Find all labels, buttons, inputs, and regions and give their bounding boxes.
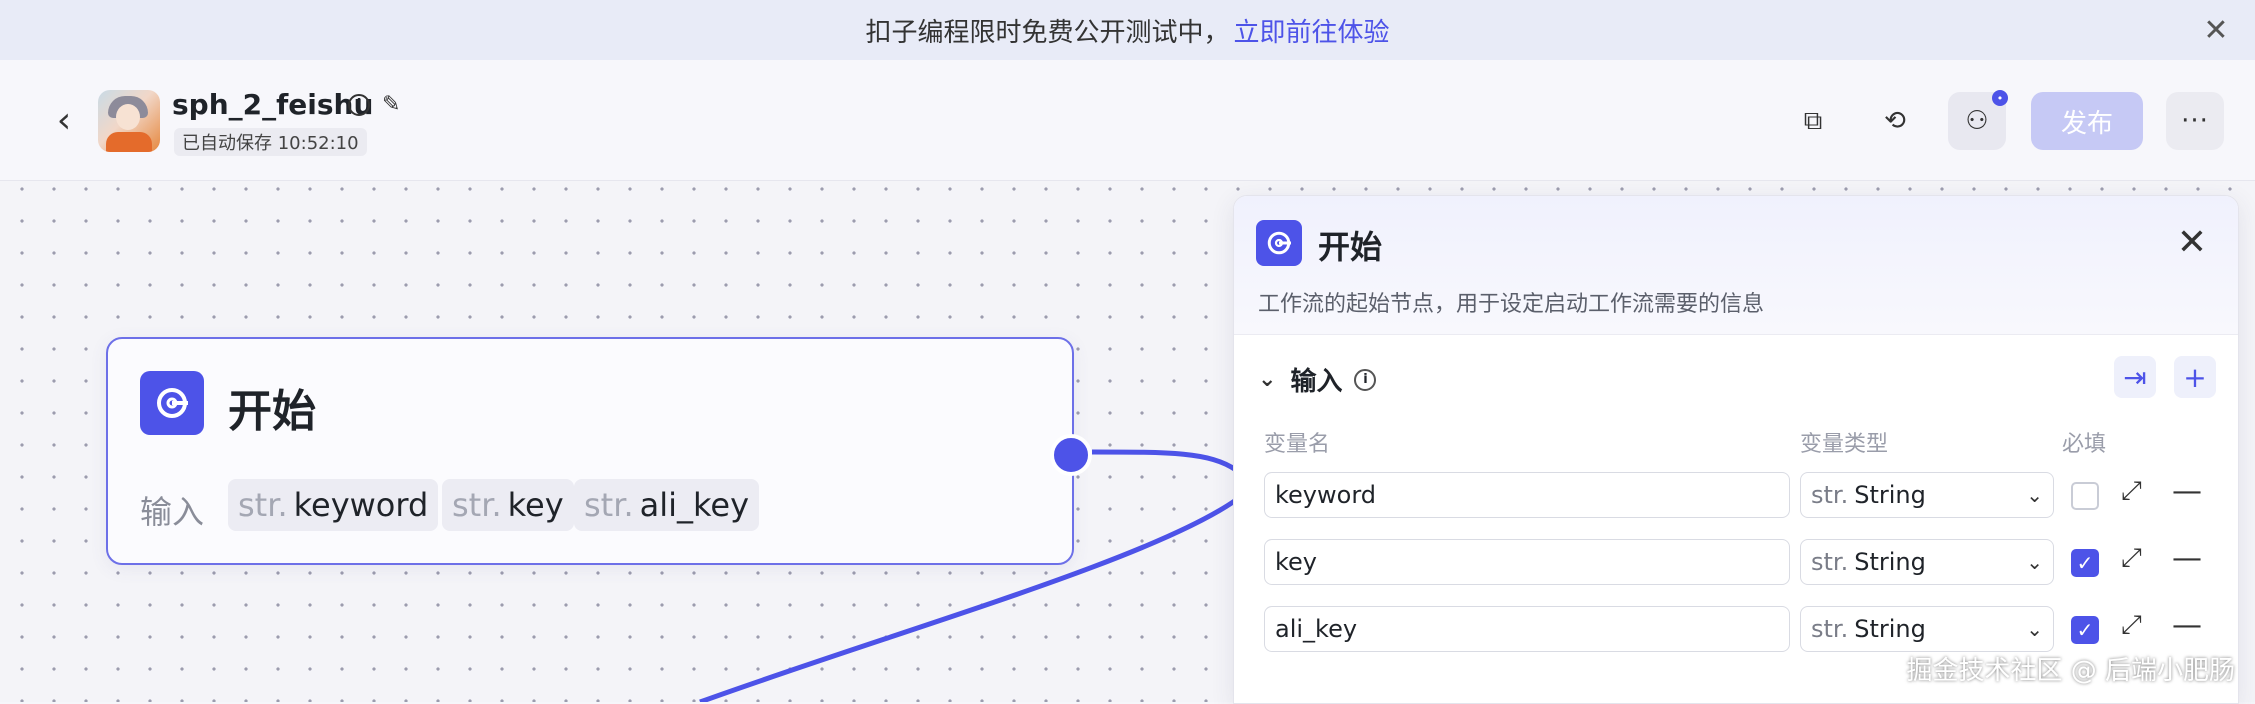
- remove-icon[interactable]: —: [2172, 541, 2202, 576]
- variable-type-select[interactable]: str. String ⌄: [1800, 539, 2054, 585]
- start-panel-icon: [1256, 220, 1302, 266]
- param-chip: str. ali_key: [574, 479, 760, 531]
- variable-name-input[interactable]: key: [1264, 539, 1790, 585]
- chevron-down-icon[interactable]: ⌄: [1258, 367, 1276, 392]
- required-checkbox[interactable]: ✓: [2071, 616, 2099, 644]
- panel-description: 工作流的起始节点，用于设定启动工作流需要的信息: [1258, 292, 1765, 317]
- output-port[interactable]: [1050, 434, 1092, 476]
- required-checkbox[interactable]: [2071, 482, 2099, 510]
- start-node-icon: [140, 371, 204, 435]
- chevron-down-icon: ⌄: [2026, 617, 2043, 641]
- type-prefix: str.: [1811, 481, 1849, 509]
- info-icon[interactable]: i: [1354, 368, 1377, 391]
- param-chip: str. keyword: [228, 479, 439, 531]
- type-value: String: [1854, 481, 1926, 509]
- import-icon[interactable]: ⇥: [2114, 356, 2156, 398]
- add-variable-button[interactable]: +: [2174, 356, 2216, 398]
- param-type: str.: [452, 486, 502, 524]
- param-type: str.: [584, 486, 634, 524]
- variable-name-input[interactable]: ali_key: [1264, 606, 1790, 652]
- section-title: 输入: [1290, 367, 1343, 397]
- node-config-panel: 开始 ✕ 工作流的起始节点，用于设定启动工作流需要的信息 ⌄ 输入 i ⇥ + …: [1233, 195, 2239, 704]
- close-icon[interactable]: ✕: [2172, 222, 2212, 263]
- param-name: ali_key: [639, 486, 750, 524]
- chevron-down-icon: ⌄: [2026, 483, 2043, 507]
- start-node-title: 开始: [228, 386, 316, 437]
- variable-type-select[interactable]: str. String ⌄: [1800, 472, 2054, 518]
- column-header-name: 变量名: [1264, 432, 1331, 457]
- param-chip: str. key: [442, 479, 574, 531]
- start-node-input-label: 输入: [140, 493, 205, 531]
- type-prefix: str.: [1811, 548, 1849, 576]
- type-value: String: [1854, 548, 1926, 576]
- chevron-down-icon: ⌄: [2026, 550, 2043, 574]
- type-value: String: [1854, 615, 1926, 643]
- variable-name-input[interactable]: keyword: [1264, 472, 1790, 518]
- watermark: 掘金技术社区 @ 后端小肥肠: [1906, 656, 2235, 686]
- param-type: str.: [238, 486, 288, 524]
- column-header-required: 必填: [2062, 432, 2107, 457]
- edge-top: [1091, 449, 1238, 473]
- remove-icon[interactable]: —: [2172, 608, 2202, 643]
- variable-type-select[interactable]: str. String ⌄: [1800, 606, 2054, 652]
- expand-icon[interactable]: ⤢: [2121, 543, 2142, 574]
- param-name: keyword: [293, 486, 429, 524]
- expand-icon[interactable]: ⤢: [2121, 610, 2142, 641]
- remove-icon[interactable]: —: [2172, 474, 2202, 509]
- required-checkbox[interactable]: ✓: [2071, 549, 2099, 577]
- start-node[interactable]: 开始 输入 str. keyword str. key str. ali_key: [106, 337, 1074, 565]
- column-header-type: 变量类型: [1800, 432, 1889, 457]
- panel-title: 开始: [1318, 228, 1383, 266]
- expand-icon[interactable]: ⤢: [2121, 476, 2142, 507]
- panel-header: 开始 ✕ 工作流的起始节点，用于设定启动工作流需要的信息: [1234, 196, 2238, 335]
- type-prefix: str.: [1811, 615, 1849, 643]
- param-name: key: [507, 486, 564, 524]
- input-section-header[interactable]: ⌄ 输入 i: [1258, 361, 1377, 398]
